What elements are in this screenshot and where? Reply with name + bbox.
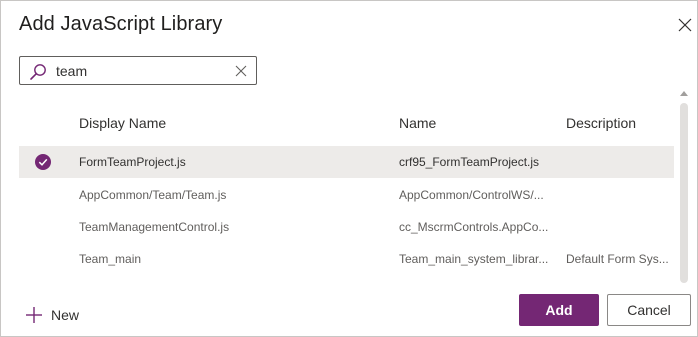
add-button[interactable]: Add (519, 294, 599, 326)
cell-name: AppCommon/ControlWS/... (399, 188, 544, 202)
library-grid: Display Name Name Description FormTeamPr… (19, 101, 674, 276)
search-icon (30, 64, 46, 80)
clear-search-icon[interactable] (234, 64, 248, 78)
add-javascript-library-dialog: Add JavaScript Library Display Name Name… (0, 0, 698, 337)
column-header-display-name[interactable]: Display Name (79, 115, 166, 131)
new-button-label: New (51, 307, 80, 323)
cell-name: cc_MscrmControls.AppCo... (399, 220, 549, 234)
close-icon (678, 18, 692, 32)
cell-display-name: TeamManagementControl.js (79, 220, 230, 234)
cancel-button[interactable]: Cancel (607, 294, 691, 326)
table-row[interactable]: Team_main Team_main_system_librar... Def… (19, 243, 674, 275)
checkmark-circle-icon[interactable] (35, 154, 51, 170)
close-button[interactable] (673, 13, 697, 37)
search-input[interactable] (56, 61, 226, 81)
cell-description: Default Form Sys... (566, 252, 669, 266)
cell-display-name: AppCommon/Team/Team.js (79, 188, 227, 202)
grid-scrollbar[interactable] (677, 89, 691, 289)
grid-header-row: Display Name Name Description (19, 101, 674, 145)
scrollbar-thumb[interactable] (680, 103, 688, 283)
cell-name: Team_main_system_librar... (399, 252, 549, 266)
cell-display-name: FormTeamProject.js (79, 155, 186, 169)
dialog-title: Add JavaScript Library (19, 13, 223, 35)
column-header-description[interactable]: Description (566, 115, 636, 131)
cell-name: crf95_FormTeamProject.js (399, 155, 540, 169)
table-row[interactable]: FormTeamProject.js crf95_FormTeamProject… (19, 146, 674, 178)
table-row[interactable]: TeamManagementControl.js cc_MscrmControl… (19, 211, 674, 243)
search-box[interactable] (19, 56, 257, 85)
cell-display-name: Team_main (79, 252, 142, 266)
new-library-button[interactable]: New (25, 303, 79, 327)
scroll-up-arrow-icon[interactable] (680, 91, 688, 96)
table-row[interactable]: AppCommon/Team/Team.js AppCommon/Control… (19, 179, 674, 211)
plus-icon (26, 307, 42, 323)
column-header-name[interactable]: Name (399, 115, 436, 131)
